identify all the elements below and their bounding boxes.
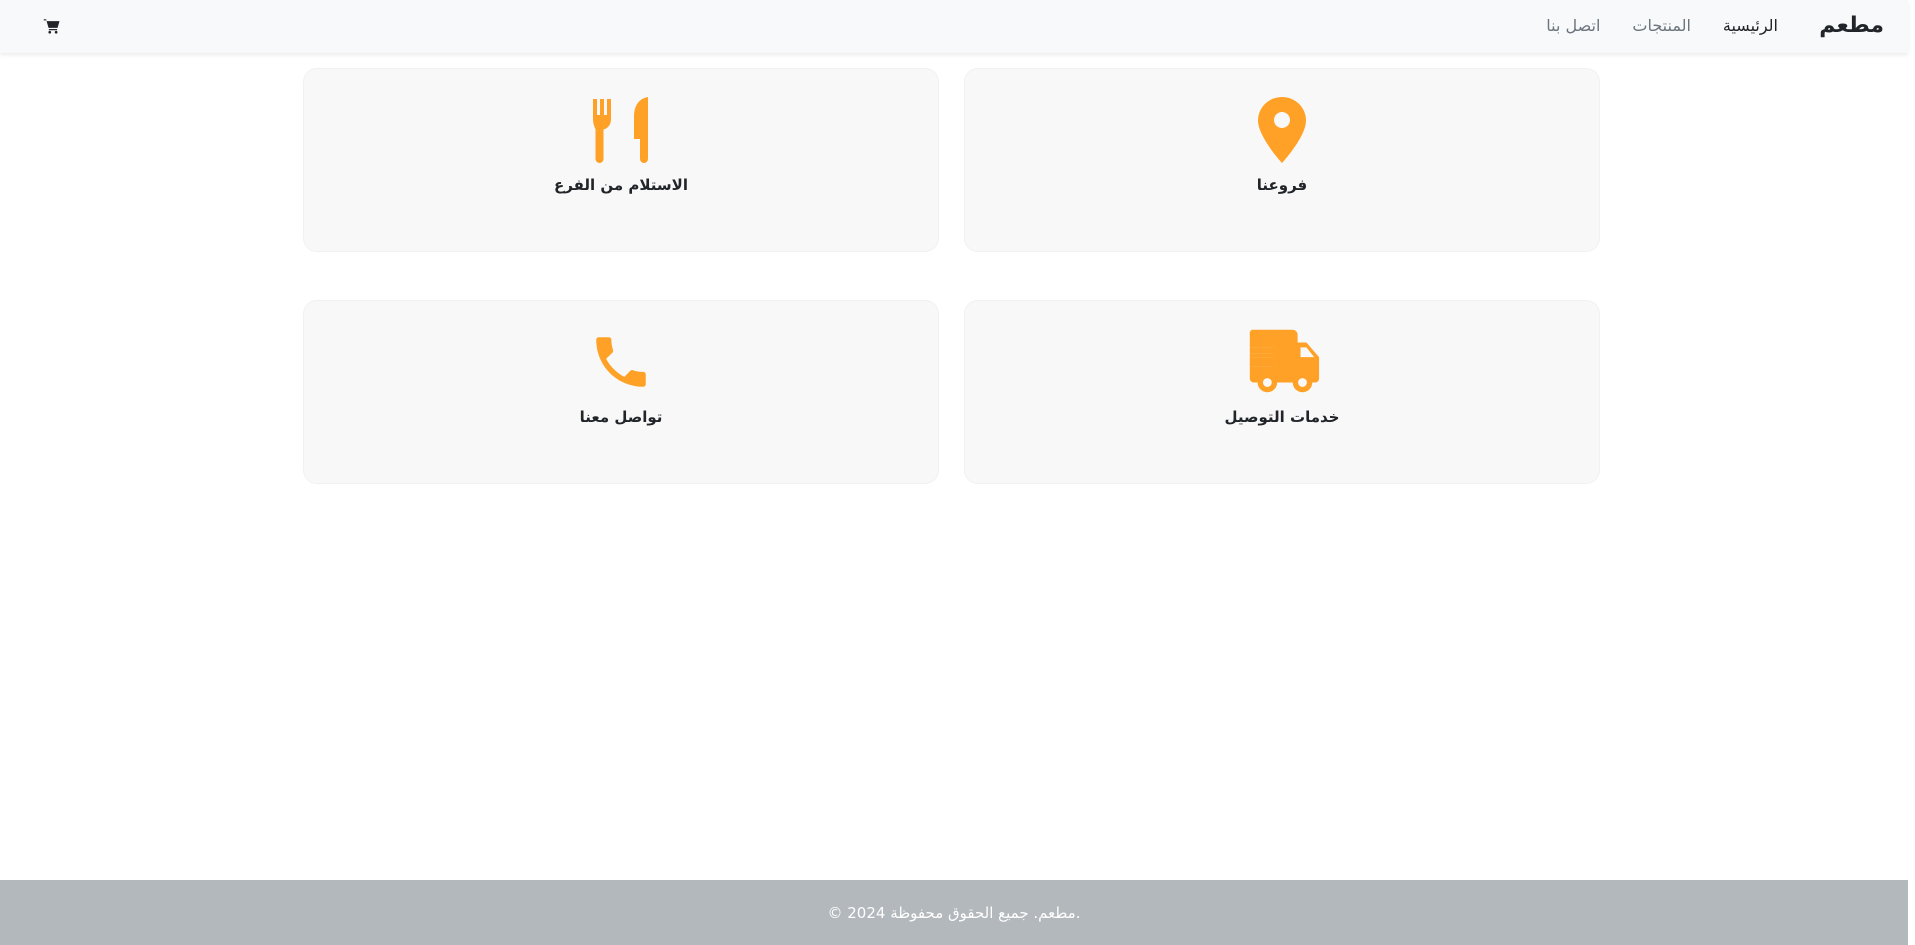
- utensils-icon: [581, 97, 661, 163]
- services-grid: فروعنا الاستلام من الفرع خدمات التوصيل ت…: [303, 68, 1600, 484]
- brand-logo[interactable]: مطعم: [1819, 13, 1884, 38]
- card-delivery-label: خدمات التوصيل: [1224, 408, 1340, 426]
- nav-item-contact: اتصل بنا: [1546, 16, 1600, 35]
- delivery-truck-icon: [1242, 329, 1322, 395]
- copyright-text: © 2024 مطعم. جميع الحقوق محفوظة.: [827, 903, 1081, 922]
- card-branches-label: فروعنا: [1256, 176, 1308, 194]
- card-delivery[interactable]: خدمات التوصيل: [964, 300, 1600, 484]
- card-contact[interactable]: تواصل معنا: [303, 300, 939, 484]
- nav-link-contact[interactable]: اتصل بنا: [1546, 16, 1600, 35]
- cart-icon[interactable]: [43, 17, 61, 35]
- navbar: مطعم الرئيسية المنتجات اتصل بنا: [0, 0, 1908, 53]
- nav-links: الرئيسية المنتجات اتصل بنا: [1546, 16, 1778, 35]
- card-branches[interactable]: فروعنا: [964, 68, 1600, 252]
- card-contact-label: تواصل معنا: [579, 408, 663, 426]
- nav-link-home[interactable]: الرئيسية: [1723, 16, 1778, 35]
- nav-item-products: المنتجات: [1632, 16, 1691, 35]
- phone-icon: [581, 329, 661, 395]
- nav-link-products[interactable]: المنتجات: [1632, 16, 1691, 35]
- card-pickup[interactable]: الاستلام من الفرع: [303, 68, 939, 252]
- nav-item-home: الرئيسية: [1723, 16, 1778, 35]
- footer: © 2024 مطعم. جميع الحقوق محفوظة.: [0, 880, 1908, 945]
- map-pin-icon: [1242, 97, 1322, 163]
- card-pickup-label: الاستلام من الفرع: [554, 176, 688, 194]
